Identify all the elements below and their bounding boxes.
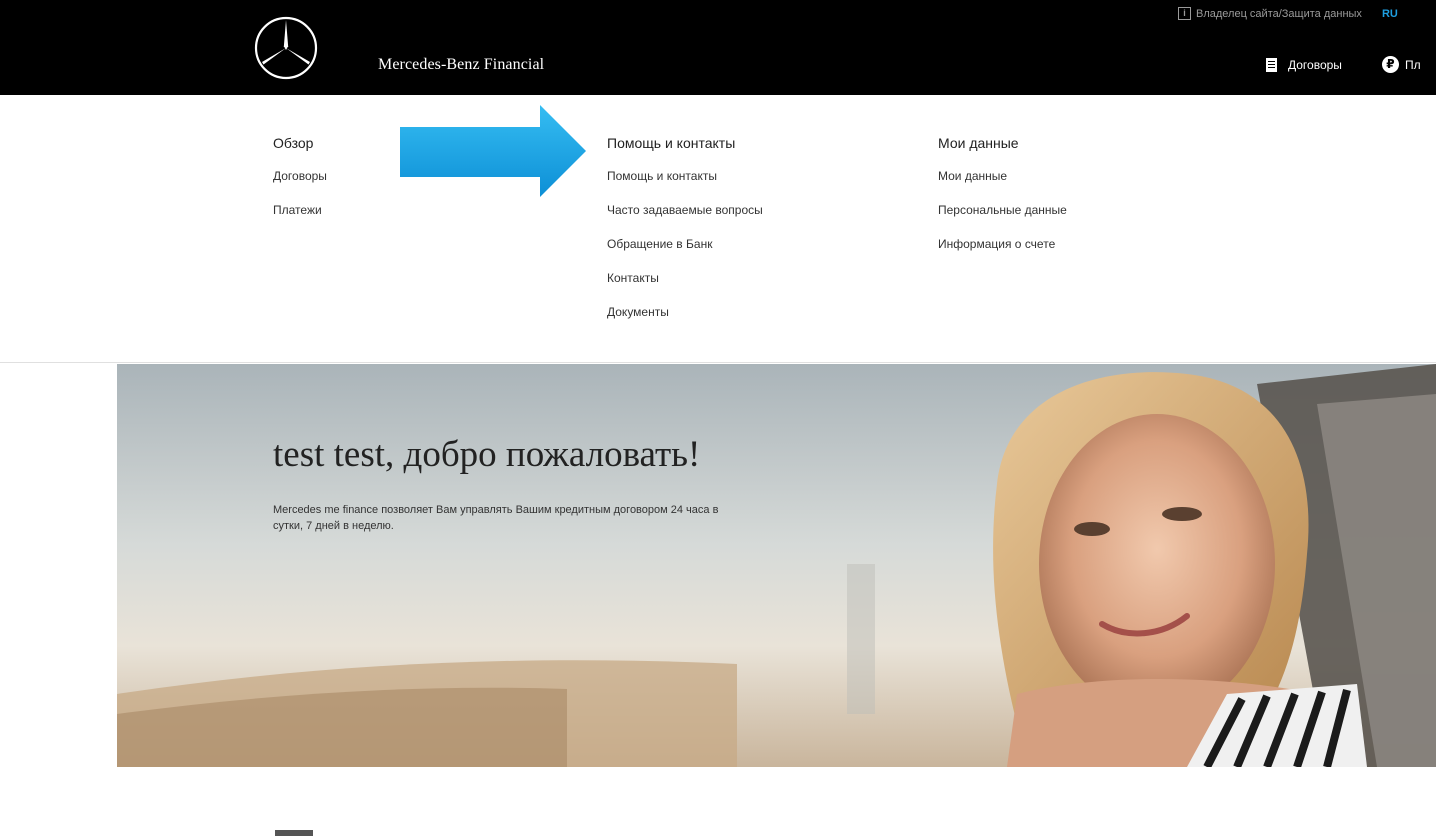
menu-link-account-info[interactable]: Информация о счете — [938, 237, 1067, 254]
mega-menu: Обзор Договоры Платежи Помощь и контакты… — [0, 95, 1436, 363]
menu-link-personal-data[interactable]: Персональные данные — [938, 203, 1067, 220]
menu-link-contracts[interactable]: Договоры — [273, 169, 327, 186]
menu-link-bank-request[interactable]: Обращение в Банк — [607, 237, 763, 254]
menu-heading-overview[interactable]: Обзор — [273, 135, 327, 152]
menu-heading-my-data[interactable]: Мои данные — [938, 135, 1067, 152]
menu-column-help: Помощь и контакты Помощь и контакты Част… — [607, 135, 763, 339]
menu-heading-help[interactable]: Помощь и контакты — [607, 135, 763, 152]
main-nav: Договоры ₽ Пл — [1266, 56, 1421, 73]
hero-text: Mercedes me finance позволяет Вам управл… — [273, 504, 719, 532]
menu-link-documents[interactable]: Документы — [607, 305, 763, 322]
language-switch[interactable]: RU — [1382, 8, 1398, 20]
nav-contracts[interactable]: Договоры — [1266, 57, 1342, 72]
document-icon — [1266, 57, 1277, 72]
menu-link-payments[interactable]: Платежи — [273, 203, 327, 220]
menu-link-help-contacts[interactable]: Помощь и контакты — [607, 169, 763, 186]
nav-payments-label: Пл — [1404, 57, 1421, 72]
hero-photo — [117, 364, 1436, 767]
menu-link-contacts[interactable]: Контакты — [607, 271, 763, 288]
hero-title: test test, добро пожаловать! — [273, 434, 701, 475]
mercedes-star-icon[interactable] — [252, 14, 320, 82]
menu-link-my-data[interactable]: Мои данные — [938, 169, 1067, 186]
ruble-icon: ₽ — [1381, 56, 1399, 73]
menu-link-faq[interactable]: Часто задаваемые вопросы — [607, 203, 763, 220]
hero-banner: test test, добро пожаловать! Mercedes me… — [117, 364, 1436, 767]
nav-contracts-label: Договоры — [1288, 57, 1342, 72]
nav-payments[interactable]: ₽ Пл — [1342, 56, 1421, 73]
section-marker — [275, 830, 313, 836]
brand-name[interactable]: Mercedes-Benz Financial — [378, 56, 544, 74]
top-bar: Mercedes-Benz Financial i Владелец сайта… — [0, 0, 1436, 95]
site-owner-link[interactable]: Владелец сайта/Защита данных — [1196, 8, 1362, 20]
menu-column-my-data: Мои данные Мои данные Персональные данны… — [938, 135, 1067, 271]
info-icon: i — [1178, 7, 1191, 20]
menu-column-overview: Обзор Договоры Платежи — [273, 135, 327, 237]
utility-links: i Владелец сайта/Защита данных RU — [1178, 7, 1398, 20]
annotation-arrow-icon — [400, 105, 586, 197]
